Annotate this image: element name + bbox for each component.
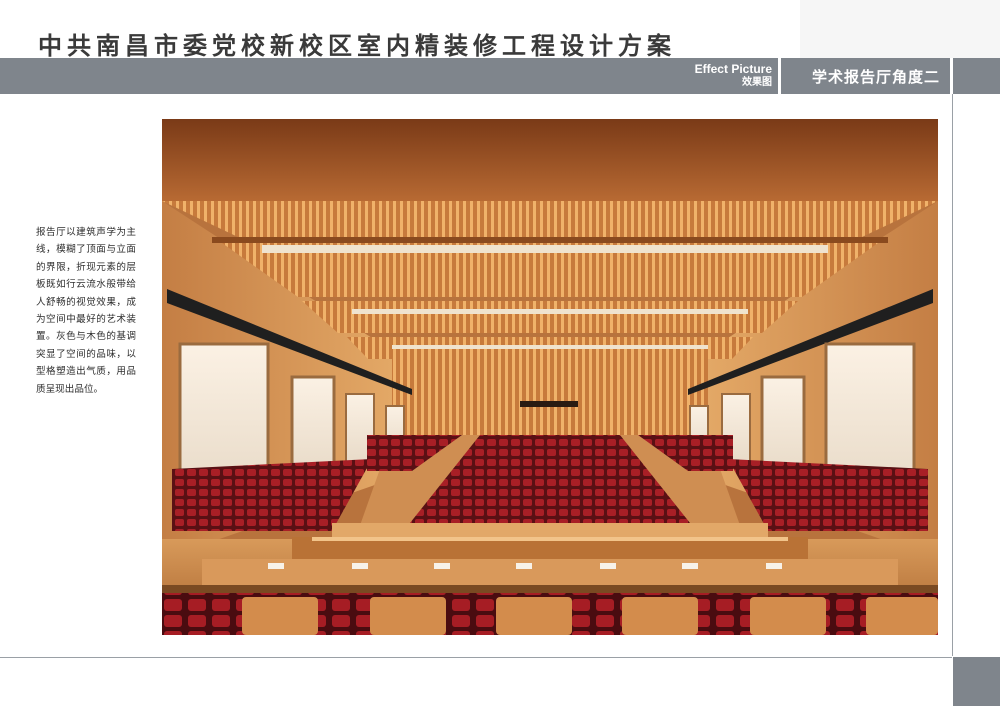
frame-horizontal-line bbox=[0, 657, 952, 658]
frame-vertical-line bbox=[952, 94, 953, 656]
view-title: 学术报告厅角度二 bbox=[811, 68, 940, 86]
bottom-right-block bbox=[953, 657, 1000, 706]
band-separator bbox=[778, 58, 781, 94]
effect-picture-label: Effect Picture 效果图 bbox=[695, 63, 772, 89]
band-separator bbox=[950, 58, 953, 94]
lecture-hall-rendering bbox=[162, 119, 938, 635]
effect-label-cn: 效果图 bbox=[742, 77, 772, 88]
header-corner-panel bbox=[800, 0, 1000, 58]
page-title: 中共南昌市委党校新校区室内精装修工程设计方案 bbox=[38, 31, 676, 60]
description-text: 报告厅以建筑声学为主线，模糊了顶面与立面的界限，折现元素的层板既如行云流水般带给… bbox=[36, 227, 136, 395]
effect-label-en: Effect Picture bbox=[694, 62, 772, 76]
